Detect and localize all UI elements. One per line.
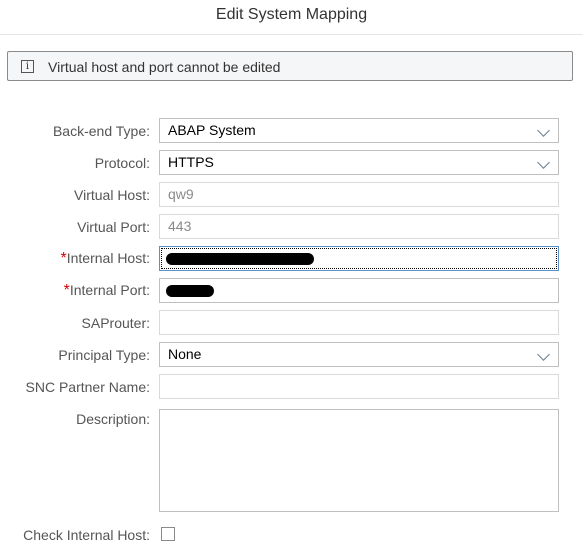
chevron-down-icon: [537, 348, 550, 361]
internal-port-input[interactable]: [159, 278, 559, 303]
redacted-value: [166, 285, 214, 297]
virtual-port-input: 443: [159, 214, 559, 239]
info-message-text: Virtual host and port cannot be edited: [48, 59, 281, 75]
virtual-port-label: Virtual Port:: [77, 219, 150, 235]
check-internal-host-checkbox[interactable]: [161, 527, 175, 541]
snc-partner-input[interactable]: [159, 374, 559, 399]
virtual-host-input: qw9: [159, 182, 559, 207]
header-divider: [0, 34, 583, 35]
virtual-host-label: Virtual Host:: [74, 187, 150, 203]
info-icon: i: [21, 60, 34, 73]
protocol-label: Protocol:: [94, 155, 150, 171]
backend-type-select[interactable]: ABAP System: [159, 118, 559, 143]
redacted-value: [166, 253, 314, 265]
description-label: Description:: [76, 411, 150, 427]
internal-host-input[interactable]: [159, 246, 559, 271]
internal-port-label: *Internal Port:: [64, 282, 150, 300]
saprouter-label: SAProuter:: [81, 315, 150, 331]
snc-partner-label: SNC Partner Name:: [25, 379, 150, 395]
principal-type-label: Principal Type:: [58, 347, 150, 363]
internal-host-label-text: Internal Host:: [66, 250, 150, 266]
info-message-strip: i Virtual host and port cannot be edited: [7, 51, 573, 81]
internal-port-label-text: Internal Port:: [69, 282, 150, 298]
saprouter-input[interactable]: [159, 310, 559, 335]
protocol-select[interactable]: HTTPS: [159, 150, 559, 175]
description-textarea[interactable]: [159, 409, 559, 512]
principal-type-value: None: [168, 346, 202, 362]
chevron-down-icon: [537, 124, 550, 137]
backend-type-label: Back-end Type:: [52, 123, 150, 139]
protocol-value: HTTPS: [168, 154, 214, 170]
chevron-down-icon: [537, 156, 550, 169]
check-internal-host-label: Check Internal Host:: [23, 527, 150, 543]
principal-type-select[interactable]: None: [159, 342, 559, 367]
internal-host-label: *Internal Host:: [61, 250, 151, 268]
dialog-title: Edit System Mapping: [215, 6, 368, 23]
backend-type-value: ABAP System: [168, 122, 256, 138]
